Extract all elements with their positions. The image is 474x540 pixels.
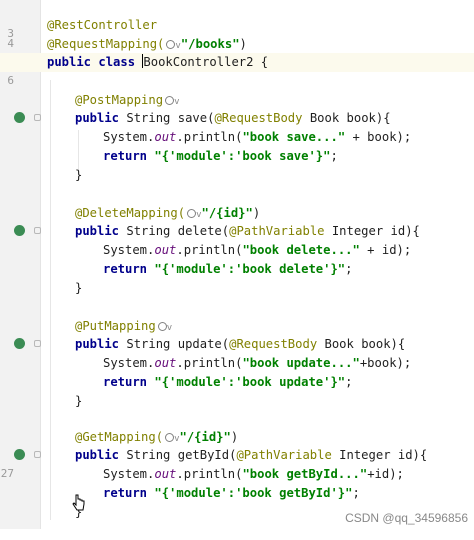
delete-method-signature: String delete( [126,224,230,238]
code-line[interactable]: return "{'module':'book save'}"; [0,147,474,166]
class-keywords: public class [47,55,143,69]
delete-mapping-annotation: @DeleteMapping( [75,206,186,220]
request-mapping-annotation: @RequestMapping( [47,37,165,51]
getbyid-return-value: "{'module':'book getById'}" [154,486,353,500]
request-path: "/books" [180,37,240,51]
code-line[interactable]: @PutMapping v [0,317,474,336]
code-line[interactable]: @GetMapping(v"/{id}") [0,428,474,447]
endpoint-gutter-icon[interactable] [14,449,25,460]
web-endpoint-icon[interactable] [157,322,167,331]
delete-return-value: "{'module':'book delete'}" [154,262,346,276]
web-endpoint-icon[interactable] [165,433,175,442]
getbyid-method-signature: String getById( [126,448,237,462]
fold-marker-icon[interactable] [34,114,41,121]
endpoint-gutter-icon[interactable] [14,338,25,349]
endpoint-gutter-icon[interactable] [14,225,25,236]
code-line[interactable]: System.out.println("book update..."+book… [0,354,474,373]
update-method-signature: String update( [126,337,230,351]
code-line[interactable]: public String delete(@PathVariable Integ… [0,222,474,241]
code-line[interactable]: System.out.println("book getById..."+id)… [0,465,474,484]
web-endpoint-icon[interactable] [165,96,175,105]
code-line[interactable]: return "{'module':'book update'}"; [0,373,474,392]
post-mapping-annotation: @PostMapping [75,93,164,107]
code-line[interactable]: } [0,392,474,411]
code-line[interactable]: 4 @RestController [0,16,474,50]
endpoint-gutter-icon[interactable] [14,112,25,123]
code-line[interactable]: System.out.println("book delete..." + id… [0,241,474,260]
fold-marker-icon[interactable] [34,340,41,347]
code-line[interactable]: return "{'module':'book delete'}"; [0,260,474,279]
code-line[interactable]: @DeleteMapping(v"/{id}") [0,204,474,223]
web-endpoint-icon[interactable] [187,209,197,218]
code-line[interactable]: } [0,166,474,185]
class-name: BookController2 [143,55,254,69]
chevron-down-icon[interactable]: v [167,323,172,333]
rest-controller-annotation: @RestController [47,18,158,32]
code-line[interactable]: @PostMapping v [0,91,474,110]
fold-marker-icon[interactable] [34,451,41,458]
watermark: CSDN @qq_34596856 [345,511,468,525]
code-line[interactable]: 27 public String getById(@PathVariable I… [0,446,474,480]
hand-cursor-icon [72,494,85,511]
get-mapping-annotation: @GetMapping( [75,430,164,444]
code-line[interactable]: public String update(@RequestBody Book b… [0,335,474,354]
code-line[interactable]: 5 @RequestMapping(v"/books") [0,35,474,69]
line-number: 6 [7,73,14,87]
put-mapping-annotation: @PutMapping [75,319,156,333]
save-return-value: "{'module':'book save'}" [154,149,331,163]
fold-marker-icon[interactable] [34,227,41,234]
code-line[interactable]: System.out.println("book save..." + book… [0,128,474,147]
code-line[interactable]: public String save(@RequestBody Book boo… [0,109,474,128]
code-line-current[interactable]: 6 public class BookController2 { [0,53,474,87]
chevron-down-icon[interactable]: v [174,97,179,107]
code-line[interactable]: } [0,279,474,298]
update-return-value: "{'module':'book update'}" [154,375,346,389]
save-method-signature: String save( [126,111,215,125]
